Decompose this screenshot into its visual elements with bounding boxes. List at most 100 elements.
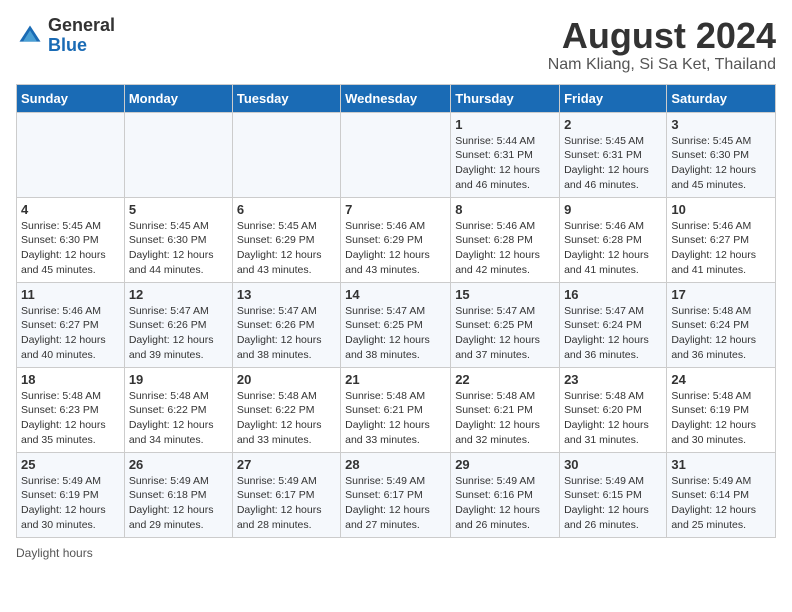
calendar-cell <box>17 112 125 197</box>
footer-label: Daylight hours <box>16 546 93 560</box>
calendar-cell: 10Sunrise: 5:46 AM Sunset: 6:27 PM Dayli… <box>667 197 776 282</box>
day-info: Sunrise: 5:46 AM Sunset: 6:28 PM Dayligh… <box>564 219 662 278</box>
calendar-cell <box>124 112 232 197</box>
calendar-cell: 14Sunrise: 5:47 AM Sunset: 6:25 PM Dayli… <box>341 282 451 367</box>
calendar-cell: 18 Sunrise: 5:48 AM Sunset: 6:23 PM Dayli… <box>17 367 125 452</box>
header-tuesday: Tuesday <box>232 84 340 112</box>
calendar-cell: 26 Sunrise: 5:49 AM Sunset: 6:18 PM Dayli… <box>124 452 232 537</box>
day-info: Sunrise: 5:45 AM Sunset: 6:30 PM Dayligh… <box>129 219 228 278</box>
day-info: Sunrise: 5:48 AM Sunset: 6:20 PM Dayligh… <box>564 389 662 448</box>
header-monday: Monday <box>124 84 232 112</box>
day-number: 15 <box>455 287 555 302</box>
day-number: 18 <box>21 372 120 387</box>
calendar-cell <box>341 112 451 197</box>
day-info: Sunrise: 5:48 AM Sunset: 6:23 PM Dayligh… <box>21 389 120 448</box>
calendar-cell: 29 Sunrise: 5:49 AM Sunset: 6:16 PM Dayli… <box>451 452 560 537</box>
day-info: Sunrise: 5:49 AM Sunset: 6:14 PM Dayligh… <box>671 474 771 533</box>
logo-text: General Blue <box>48 16 115 56</box>
calendar-cell: 7 Sunrise: 5:46 AM Sunset: 6:29 PM Daylig… <box>341 197 451 282</box>
header-thursday: Thursday <box>451 84 560 112</box>
calendar-cell <box>232 112 340 197</box>
day-info: Sunrise: 5:48 AM Sunset: 6:21 PM Dayligh… <box>345 389 446 448</box>
title-block: August 2024 Nam Kliang, Si Sa Ket, Thail… <box>548 16 776 74</box>
day-info: Sunrise: 5:47 AM Sunset: 6:26 PM Dayligh… <box>237 304 336 363</box>
header-wednesday: Wednesday <box>341 84 451 112</box>
day-info: Sunrise: 5:48 AM Sunset: 6:24 PM Dayligh… <box>671 304 771 363</box>
day-info: Sunrise: 5:46 AM Sunset: 6:27 PM Dayligh… <box>21 304 120 363</box>
calendar-cell: 21 Sunrise: 5:48 AM Sunset: 6:21 PM Dayli… <box>341 367 451 452</box>
day-info: Sunrise: 5:49 AM Sunset: 6:17 PM Dayligh… <box>345 474 446 533</box>
day-info: Sunrise: 5:48 AM Sunset: 6:19 PM Dayligh… <box>671 389 771 448</box>
day-number: 31 <box>671 457 771 472</box>
day-number: 16 <box>564 287 662 302</box>
calendar-cell: 12 Sunrise: 5:47 AM Sunset: 6:26 PM Dayli… <box>124 282 232 367</box>
calendar-cell: 15Sunrise: 5:47 AM Sunset: 6:25 PM Dayli… <box>451 282 560 367</box>
day-number: 17 <box>671 287 771 302</box>
day-number: 7 <box>345 202 446 217</box>
day-number: 21 <box>345 372 446 387</box>
calendar-cell: 24 Sunrise: 5:48 AM Sunset: 6:19 PM Dayli… <box>667 367 776 452</box>
calendar-cell: 19Sunrise: 5:48 AM Sunset: 6:22 PM Dayli… <box>124 367 232 452</box>
day-number: 25 <box>21 457 120 472</box>
day-info: Sunrise: 5:48 AM Sunset: 6:22 PM Dayligh… <box>129 389 228 448</box>
day-info: Sunrise: 5:49 AM Sunset: 6:19 PM Dayligh… <box>21 474 120 533</box>
day-number: 4 <box>21 202 120 217</box>
day-info: Sunrise: 5:46 AM Sunset: 6:28 PM Dayligh… <box>455 219 555 278</box>
calendar-cell: 23 Sunrise: 5:48 AM Sunset: 6:20 PM Dayli… <box>560 367 667 452</box>
day-info: Sunrise: 5:45 AM Sunset: 6:30 PM Dayligh… <box>21 219 120 278</box>
day-number: 30 <box>564 457 662 472</box>
day-number: 8 <box>455 202 555 217</box>
day-info: Sunrise: 5:47 AM Sunset: 6:26 PM Dayligh… <box>129 304 228 363</box>
day-number: 14 <box>345 287 446 302</box>
calendar-cell: 20Sunrise: 5:48 AM Sunset: 6:22 PM Dayli… <box>232 367 340 452</box>
day-number: 13 <box>237 287 336 302</box>
day-number: 2 <box>564 117 662 132</box>
day-info: Sunrise: 5:46 AM Sunset: 6:29 PM Dayligh… <box>345 219 446 278</box>
day-number: 29 <box>455 457 555 472</box>
calendar-cell: 31 Sunrise: 5:49 AM Sunset: 6:14 PM Dayli… <box>667 452 776 537</box>
calendar-week-row: 4 Sunrise: 5:45 AM Sunset: 6:30 PM Daylig… <box>17 197 776 282</box>
day-number: 26 <box>129 457 228 472</box>
logo-icon <box>16 22 44 50</box>
calendar-week-row: 1Sunrise: 5:44 AM Sunset: 6:31 PM Daylig… <box>17 112 776 197</box>
day-info: Sunrise: 5:49 AM Sunset: 6:16 PM Dayligh… <box>455 474 555 533</box>
day-number: 5 <box>129 202 228 217</box>
day-number: 24 <box>671 372 771 387</box>
header-saturday: Saturday <box>667 84 776 112</box>
main-title: August 2024 <box>548 16 776 56</box>
calendar-cell: 16 Sunrise: 5:47 AM Sunset: 6:24 PM Dayli… <box>560 282 667 367</box>
calendar-cell: 4 Sunrise: 5:45 AM Sunset: 6:30 PM Daylig… <box>17 197 125 282</box>
day-info: Sunrise: 5:49 AM Sunset: 6:18 PM Dayligh… <box>129 474 228 533</box>
day-number: 10 <box>671 202 771 217</box>
day-number: 23 <box>564 372 662 387</box>
calendar-cell: 9Sunrise: 5:46 AM Sunset: 6:28 PM Daylig… <box>560 197 667 282</box>
calendar-cell: 30Sunrise: 5:49 AM Sunset: 6:15 PM Dayli… <box>560 452 667 537</box>
day-info: Sunrise: 5:47 AM Sunset: 6:24 PM Dayligh… <box>564 304 662 363</box>
subtitle: Nam Kliang, Si Sa Ket, Thailand <box>548 56 776 74</box>
calendar-cell: 13 Sunrise: 5:47 AM Sunset: 6:26 PM Dayli… <box>232 282 340 367</box>
day-info: Sunrise: 5:49 AM Sunset: 6:17 PM Dayligh… <box>237 474 336 533</box>
logo-blue: Blue <box>48 36 115 56</box>
calendar-cell: 2Sunrise: 5:45 AM Sunset: 6:31 PM Daylig… <box>560 112 667 197</box>
day-number: 3 <box>671 117 771 132</box>
day-info: Sunrise: 5:48 AM Sunset: 6:22 PM Dayligh… <box>237 389 336 448</box>
day-number: 28 <box>345 457 446 472</box>
page-header: General Blue August 2024 Nam Kliang, Si … <box>16 16 776 74</box>
calendar-cell: 17 Sunrise: 5:48 AM Sunset: 6:24 PM Dayli… <box>667 282 776 367</box>
day-number: 27 <box>237 457 336 472</box>
header-friday: Friday <box>560 84 667 112</box>
day-number: 22 <box>455 372 555 387</box>
header-sunday: Sunday <box>17 84 125 112</box>
calendar-table: SundayMondayTuesdayWednesdayThursdayFrid… <box>16 84 776 538</box>
calendar-cell: 6Sunrise: 5:45 AM Sunset: 6:29 PM Daylig… <box>232 197 340 282</box>
logo: General Blue <box>16 16 115 56</box>
calendar-cell: 28 Sunrise: 5:49 AM Sunset: 6:17 PM Dayli… <box>341 452 451 537</box>
footer: Daylight hours <box>16 546 776 560</box>
day-info: Sunrise: 5:45 AM Sunset: 6:30 PM Dayligh… <box>671 134 771 193</box>
calendar-cell: 5 Sunrise: 5:45 AM Sunset: 6:30 PM Daylig… <box>124 197 232 282</box>
day-info: Sunrise: 5:48 AM Sunset: 6:21 PM Dayligh… <box>455 389 555 448</box>
calendar-cell: 11 Sunrise: 5:46 AM Sunset: 6:27 PM Dayli… <box>17 282 125 367</box>
calendar-week-row: 25 Sunrise: 5:49 AM Sunset: 6:19 PM Dayli… <box>17 452 776 537</box>
day-number: 12 <box>129 287 228 302</box>
day-number: 11 <box>21 287 120 302</box>
